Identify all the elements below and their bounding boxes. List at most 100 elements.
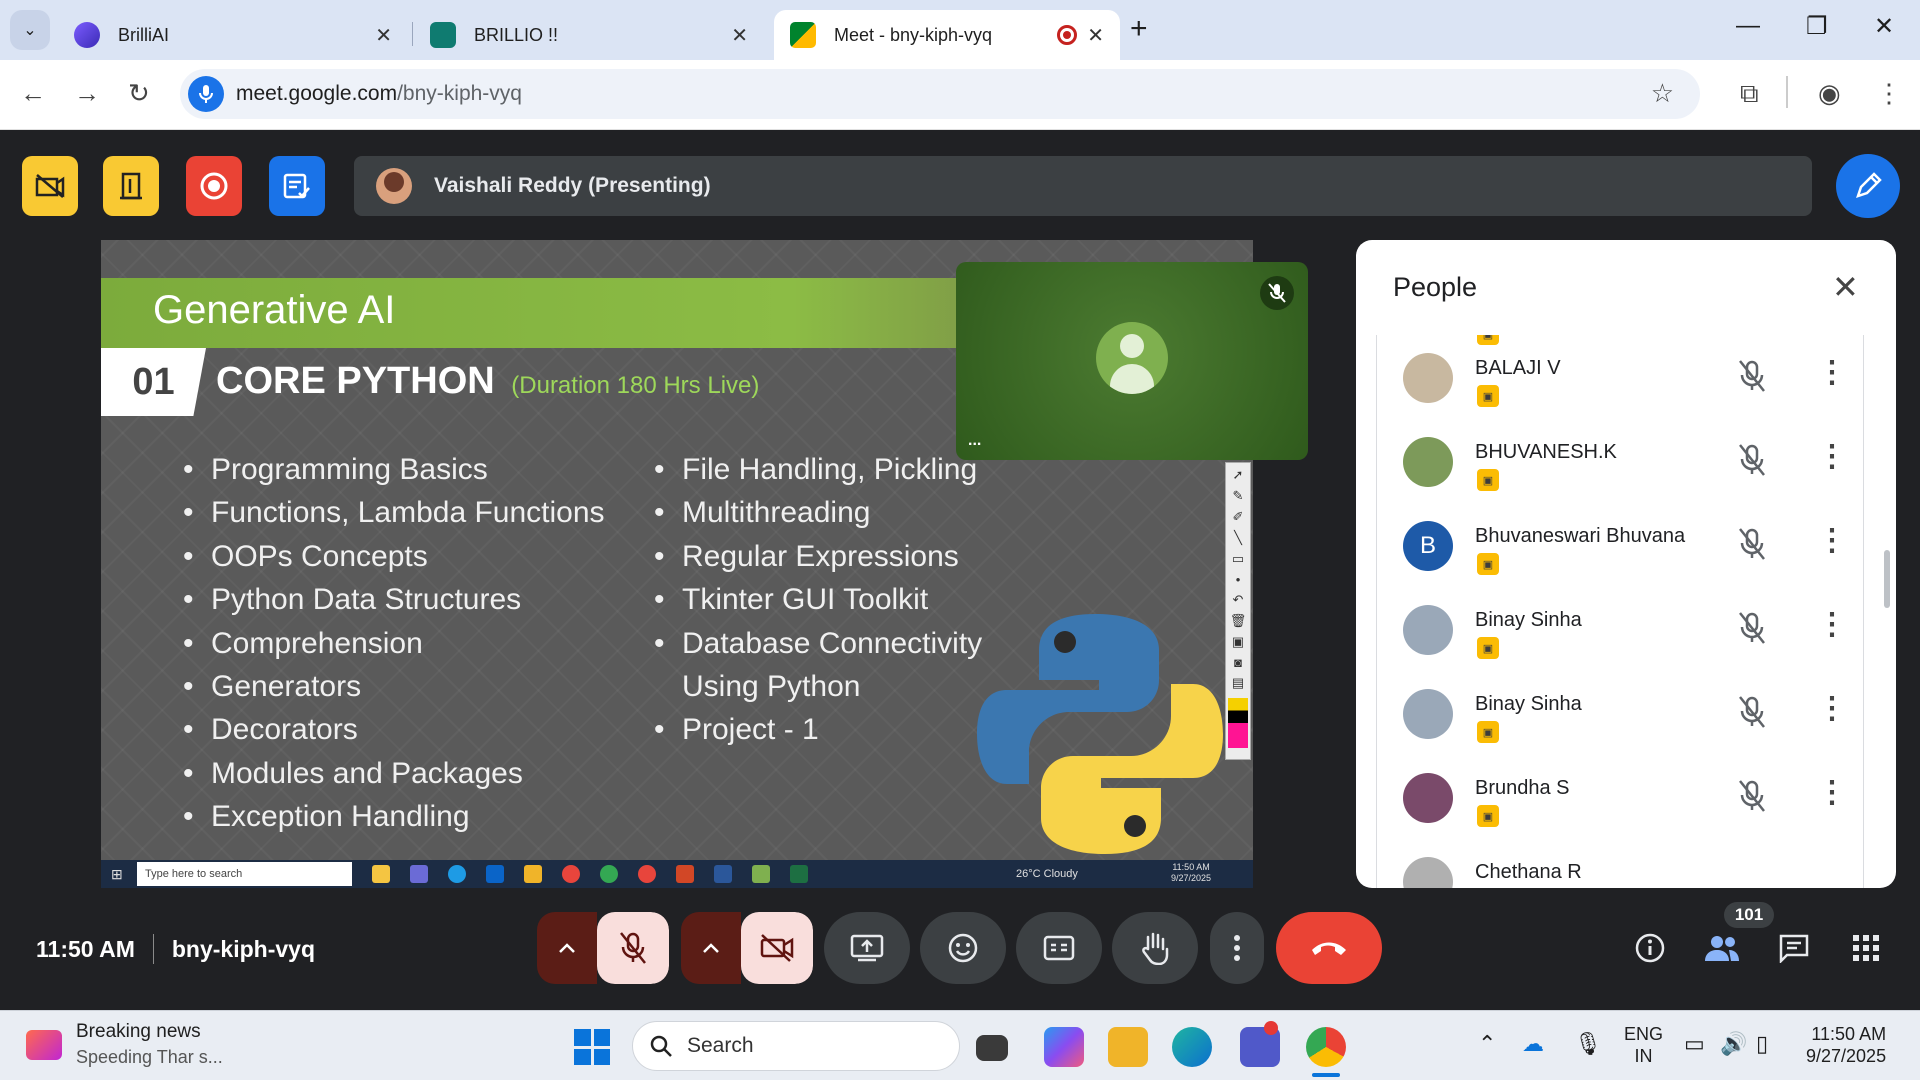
battery-icon[interactable]: ▯ <box>1756 1031 1768 1057</box>
close-window-button[interactable]: ✕ <box>1874 12 1894 41</box>
notification-dot <box>1264 1021 1278 1035</box>
back-button[interactable]: ← <box>20 78 46 109</box>
profile-icon[interactable]: ◉ <box>1818 78 1841 109</box>
chrome-icon[interactable] <box>1306 1027 1346 1067</box>
meeting-details-button[interactable] <box>1630 928 1670 968</box>
more-options-icon[interactable]: ⋮ <box>1817 691 1847 726</box>
reactions-button[interactable] <box>920 912 1006 984</box>
participant-row[interactable]: B Bhuvaneswari Bhuvana ▣ ⋮ <box>1377 503 1863 587</box>
screenshot-tool-icon[interactable]: ▣ <box>1232 634 1244 650</box>
file-explorer-icon[interactable] <box>1108 1027 1148 1067</box>
forward-button[interactable]: → <box>74 78 100 109</box>
more-vertical-icon <box>1234 935 1240 961</box>
bookmark-star-icon[interactable]: ☆ <box>1651 78 1674 109</box>
participant-name: BALAJI V <box>1475 357 1561 379</box>
participant-row[interactable]: BHUVANESH.K ▣ ⋮ <box>1377 419 1863 503</box>
participant-list[interactable]: ▣ BALAJI V ▣ ⋮ BHUVANESH.K ▣ ⋮ B Bhuvane… <box>1376 335 1864 888</box>
raise-hand-button[interactable] <box>1112 912 1198 984</box>
close-panel-icon[interactable]: ✕ <box>1832 268 1859 306</box>
clipboard-tool-icon[interactable]: ▤ <box>1232 675 1244 691</box>
slide-bullet: Multithreading <box>654 491 982 535</box>
panel-scrollbar[interactable] <box>1884 550 1890 608</box>
new-tab-button[interactable]: + <box>1130 12 1148 46</box>
undo-tool-icon[interactable]: ↶ <box>1233 592 1244 608</box>
leave-call-button[interactable] <box>1276 912 1382 984</box>
more-options-icon[interactable]: ⋮ <box>1817 523 1847 558</box>
participant-name: Binay Sinha <box>1475 693 1582 715</box>
highlighter-tool-icon[interactable]: ✐ <box>1233 509 1244 525</box>
onedrive-icon[interactable]: ☁ <box>1522 1031 1544 1057</box>
cursor-tool-icon[interactable]: ➚ <box>1233 467 1244 483</box>
self-video-tile[interactable]: ... <box>956 262 1308 460</box>
trash-tool-icon[interactable]: 🗑 <box>1230 613 1247 629</box>
copilot-icon <box>410 865 428 883</box>
network-icon[interactable]: ▭ <box>1684 1031 1705 1057</box>
breakout-rooms-button[interactable] <box>103 156 159 216</box>
mic-in-use-icon[interactable] <box>188 76 224 112</box>
dot-tool-icon[interactable]: • <box>1236 572 1241 587</box>
recording-button[interactable] <box>186 156 242 216</box>
camera-toggle-button[interactable] <box>741 912 813 984</box>
tile-more-options[interactable]: ... <box>968 432 981 450</box>
restore-button[interactable]: ❐ <box>1806 12 1828 41</box>
annotate-button[interactable] <box>1836 154 1900 218</box>
slide-bullet: Tkinter GUI Toolkit <box>654 578 982 622</box>
muted-mic-icon <box>1260 276 1294 310</box>
mic-toggle-button[interactable] <box>597 912 669 984</box>
close-icon[interactable]: ✕ <box>375 23 392 48</box>
hide-tiles-button[interactable] <box>22 156 78 216</box>
more-options-icon[interactable]: ⋮ <box>1817 439 1847 474</box>
pen-tool-icon[interactable]: ✎ <box>1233 488 1244 504</box>
present-screen-button[interactable] <box>824 912 910 984</box>
address-bar[interactable]: meet.google.com/bny-kiph-vyq ☆ <box>180 69 1700 119</box>
system-clock[interactable]: 11:50 AM 9/27/2025 <box>1806 1023 1886 1067</box>
language-indicator[interactable]: ENG IN <box>1624 1023 1663 1067</box>
tab-brilliai[interactable]: BrilliAI ✕ <box>58 10 408 60</box>
reload-button[interactable]: ↻ <box>128 78 150 109</box>
lang-bottom: IN <box>1634 1046 1653 1066</box>
slide-bullet: Python Data Structures <box>183 578 605 622</box>
close-icon[interactable]: ✕ <box>1087 23 1104 48</box>
volume-icon[interactable]: 🔊 <box>1720 1031 1747 1057</box>
eraser-tool-icon[interactable]: ▭ <box>1232 551 1244 567</box>
slide-bullet: Regular Expressions <box>654 535 982 579</box>
more-options-button[interactable] <box>1210 912 1264 984</box>
color-palette[interactable] <box>1228 698 1248 748</box>
browser-menu-icon[interactable]: ⋮ <box>1876 78 1902 109</box>
show-hidden-icons[interactable]: ⌃ <box>1478 1031 1496 1057</box>
minimize-button[interactable]: — <box>1736 12 1760 40</box>
people-button[interactable] <box>1702 928 1742 968</box>
participant-row[interactable]: Brundha S ▣ ⋮ <box>1377 755 1863 839</box>
tab-meet[interactable]: Meet - bny-kiph-vyq ✕ <box>774 10 1120 60</box>
m365-icon[interactable] <box>1044 1027 1084 1067</box>
participant-row[interactable]: Binay Sinha ▣ ⋮ <box>1377 671 1863 755</box>
extensions-icon[interactable]: ⧉ <box>1740 78 1759 110</box>
line-tool-icon[interactable]: ╲ <box>1234 530 1242 546</box>
participant-row[interactable]: Binay Sinha ▣ ⋮ <box>1377 587 1863 671</box>
start-button[interactable] <box>574 1029 610 1065</box>
news-widget[interactable]: Breaking news Speeding Thar s... <box>26 1021 223 1068</box>
close-icon[interactable]: ✕ <box>731 23 748 48</box>
search-icon <box>650 1035 672 1057</box>
taskbar-search[interactable]: Search <box>632 1021 960 1071</box>
participant-row[interactable]: BALAJI V ▣ ⋮ <box>1377 335 1863 419</box>
captions-button[interactable] <box>1016 912 1102 984</box>
slide-left-bullets: Programming Basics Functions, Lambda Fun… <box>183 448 605 839</box>
activities-button[interactable] <box>1846 928 1886 968</box>
task-view-icon[interactable] <box>976 1035 1008 1061</box>
edge-icon[interactable] <box>1172 1027 1212 1067</box>
microphone-icon[interactable]: 🎙 <box>1574 1031 1602 1057</box>
annotation-toolbar[interactable]: ➚ ✎ ✐ ╲ ▭ • ↶ 🗑 ▣ ◙ ▤ <box>1225 462 1251 760</box>
more-options-icon[interactable]: ⋮ <box>1817 355 1847 390</box>
participant-row[interactable]: Chethana R <box>1377 839 1863 888</box>
more-options-icon[interactable]: ⋮ <box>1817 607 1847 642</box>
attendance-button[interactable] <box>269 156 325 216</box>
tab-search-button[interactable]: ⌄ <box>10 10 50 50</box>
chat-button[interactable] <box>1774 928 1814 968</box>
tab-brillio[interactable]: BRILLIO !! ✕ <box>414 10 764 60</box>
video-settings-button[interactable] <box>681 912 741 984</box>
audio-settings-button[interactable] <box>537 912 597 984</box>
camera-tool-icon[interactable]: ◙ <box>1234 655 1242 670</box>
more-options-icon[interactable]: ⋮ <box>1817 775 1847 810</box>
muted-mic-icon <box>1739 612 1765 644</box>
